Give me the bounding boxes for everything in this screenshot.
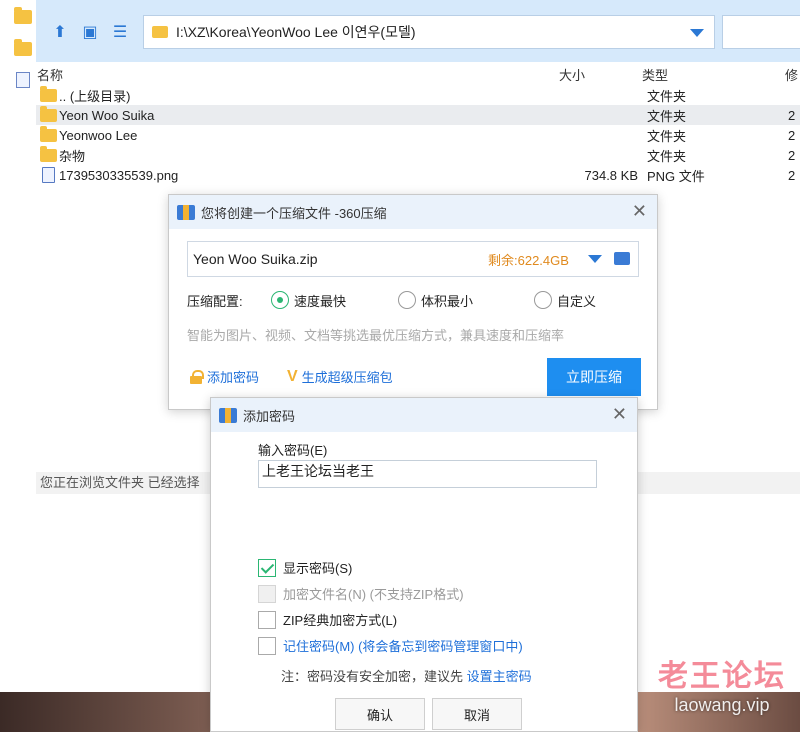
radio-label-custom[interactable]: 自定义 — [557, 291, 596, 310]
table-row[interactable]: .. (上级目录) 文件夹 — [36, 85, 800, 105]
file-name: Yeonwoo Lee — [59, 127, 138, 143]
file-type: 文件夹 — [647, 88, 687, 104]
chevron-down-icon[interactable] — [690, 29, 704, 37]
password-input[interactable]: 上老王论坛当老王 — [258, 460, 597, 488]
lock-icon — [189, 369, 204, 384]
super-pack-link[interactable]: V 生成超级压缩包 — [287, 367, 393, 386]
add-password-label: 添加密码 — [207, 370, 260, 385]
folder-icon — [40, 125, 57, 142]
encrypt-filename-option: 加密文件名(N) (不支持ZIP格式) — [258, 584, 464, 603]
column-header-type[interactable]: 类型 — [642, 65, 668, 84]
show-password-checkbox[interactable] — [258, 558, 276, 577]
zip-classic-option[interactable]: ZIP经典加密方式(L) — [258, 610, 397, 629]
table-row-selected[interactable]: Yeon Woo Suika 文件夹 2 — [36, 105, 800, 125]
cancel-button[interactable]: 取消 — [432, 698, 522, 730]
png-file-icon — [42, 167, 55, 183]
v-badge-icon: V — [287, 367, 298, 385]
compression-hint: 智能为图片、视频、文档等挑选最优压缩方式，兼具速度和压缩率 — [187, 328, 565, 343]
up-arrow-icon[interactable]: ⬆ — [50, 22, 70, 42]
show-password-option[interactable]: 显示密码(S) — [258, 558, 352, 577]
remember-password-option[interactable]: 记住密码(M) (将会备忘到密码管理窗口中) — [258, 636, 523, 655]
folder-icon — [40, 85, 57, 102]
file-type: 文件夹 — [647, 108, 687, 124]
note-text: 注：密码没有安全加密，建议先 — [281, 669, 464, 684]
folder-icon[interactable] — [14, 7, 32, 24]
radio-custom[interactable] — [534, 291, 552, 309]
security-note: 注：密码没有安全加密，建议先 设置主密码 — [281, 666, 532, 685]
dialog-title: 您将创建一个压缩文件 -360压缩 — [201, 205, 387, 221]
set-master-password-link[interactable]: 设置主密码 — [467, 669, 532, 684]
dialog-title: 添加密码 — [243, 408, 296, 424]
archive-app-icon — [219, 407, 237, 423]
remaining-space: 剩余:622.4GB — [488, 252, 569, 268]
explorer-toolbar: ⬆ ▣ ☰ I:\XZ\Korea\YeonWoo Lee 이연우(모델) — [36, 0, 800, 62]
file-type: PNG 文件 — [647, 168, 705, 184]
ok-button[interactable]: 确认 — [335, 698, 425, 730]
password-dialog: 添加密码 ✕ 输入密码(E) 上老王论坛当老王 显示密码(S) 加密文件名(N)… — [210, 397, 638, 732]
config-label: 压缩配置: — [187, 293, 243, 309]
folder-icon — [40, 145, 57, 162]
file-name: 杂物 — [59, 148, 86, 164]
close-icon[interactable]: ✕ — [632, 202, 647, 220]
column-header-modified[interactable]: 修 — [785, 65, 798, 84]
watermark-cn: 老王论坛 — [658, 660, 786, 693]
watermark-en: laowang.vip — [674, 695, 770, 715]
radio-label-fastest[interactable]: 速度最快 — [294, 291, 346, 310]
show-password-label: 显示密码(S) — [283, 561, 353, 576]
search-box[interactable] — [722, 15, 800, 49]
thumbnail-view-icon[interactable]: ▣ — [80, 22, 100, 42]
archive-filename: Yeon Woo Suika.zip — [193, 251, 318, 267]
dialog-title-bar[interactable]: 您将创建一个压缩文件 -360压缩 ✕ — [169, 195, 657, 229]
file-modified: 2 — [788, 167, 796, 183]
encrypt-filename-checkbox — [258, 584, 276, 603]
file-modified: 2 — [788, 107, 796, 123]
radio-smallest[interactable] — [398, 291, 416, 309]
remember-password-label: 记住密码(M) (将会备忘到密码管理窗口中) — [283, 639, 523, 654]
compression-config-row: 压缩配置: 速度最快 体积最小 自定义 — [187, 289, 639, 311]
column-header-size[interactable]: 大小 — [559, 65, 585, 84]
column-header-name[interactable]: 名称 — [37, 65, 63, 84]
compress-dialog: 您将创建一个压缩文件 -360压缩 ✕ Yeon Woo Suika.zip 剩… — [168, 194, 658, 410]
address-path: I:\XZ\Korea\YeonWoo Lee 이연우(모델) — [176, 24, 416, 40]
folder-icon[interactable] — [14, 39, 32, 56]
password-input-label: 输入密码(E) — [258, 443, 328, 458]
file-size: 734.8 KB — [584, 167, 639, 183]
archive-app-icon — [177, 204, 195, 220]
image-file-icon[interactable] — [16, 72, 30, 88]
file-modified: 2 — [788, 127, 796, 143]
address-bar[interactable]: I:\XZ\Korea\YeonWoo Lee 이연우(모델) — [143, 15, 715, 49]
add-password-link[interactable]: 添加密码 — [189, 367, 259, 386]
remember-password-checkbox[interactable] — [258, 636, 276, 655]
list-view-icon[interactable]: ☰ — [110, 22, 130, 42]
folder-icon — [40, 105, 57, 122]
watermark: 老王论坛 laowang.vip — [652, 660, 792, 716]
file-name: .. (上级目录) — [59, 88, 131, 104]
compress-now-button[interactable]: 立即压缩 — [547, 358, 641, 396]
dialog-title-bar[interactable]: 添加密码 ✕ — [211, 398, 637, 432]
file-type: 文件夹 — [647, 148, 687, 164]
zip-classic-label: ZIP经典加密方式(L) — [283, 613, 398, 628]
file-type: 文件夹 — [647, 128, 687, 144]
table-row[interactable]: 杂物 文件夹 2 — [36, 145, 800, 165]
table-row[interactable]: 1739530335539.png 734.8 KB PNG 文件 2 — [36, 165, 800, 185]
zip-classic-checkbox[interactable] — [258, 610, 276, 629]
super-pack-label: 生成超级压缩包 — [301, 370, 393, 385]
encrypt-filename-label: 加密文件名(N) (不支持ZIP格式) — [283, 587, 464, 602]
browse-folder-icon[interactable] — [614, 252, 630, 265]
file-name: Yeon Woo Suika — [59, 107, 155, 123]
radio-label-smallest[interactable]: 体积最小 — [421, 291, 473, 310]
file-modified: 2 — [788, 147, 796, 163]
table-row[interactable]: Yeonwoo Lee 文件夹 2 — [36, 125, 800, 145]
left-nav-strip — [0, 0, 36, 500]
chevron-down-icon[interactable] — [588, 255, 602, 263]
folder-icon — [152, 26, 168, 38]
file-name: 1739530335539.png — [59, 167, 179, 183]
radio-fastest[interactable] — [271, 291, 289, 309]
close-icon[interactable]: ✕ — [612, 405, 627, 423]
archive-filename-field[interactable]: Yeon Woo Suika.zip 剩余:622.4GB — [187, 241, 639, 277]
